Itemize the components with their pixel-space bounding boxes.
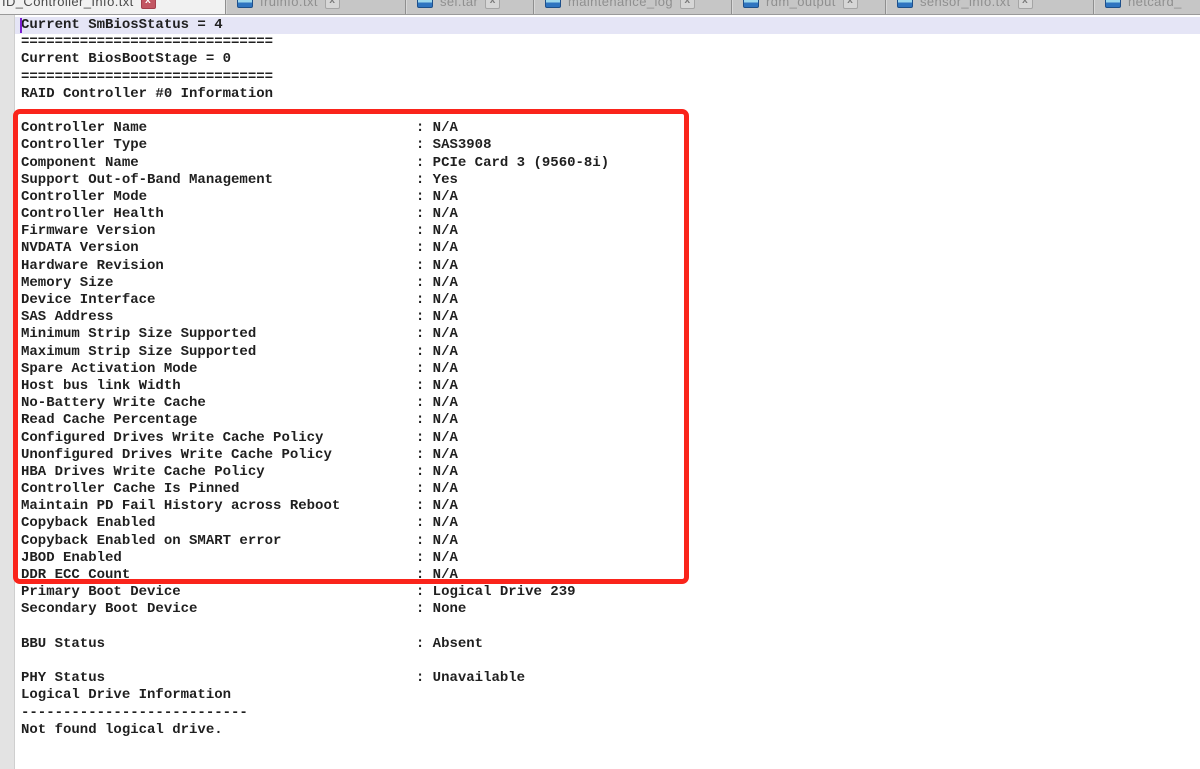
text-line bbox=[15, 103, 1200, 120]
text-line: Controller Health : N/A bbox=[15, 206, 1200, 223]
tab-label: rdm_output bbox=[766, 0, 836, 9]
text-line: Maintain PD Fail History across Reboot :… bbox=[15, 498, 1200, 515]
text-content: Current SmBiosStatus = 4================… bbox=[15, 17, 1200, 739]
text-line: Configured Drives Write Cache Policy : N… bbox=[15, 430, 1200, 447]
tab-label: ID_Controller_Info.txt bbox=[2, 0, 134, 9]
tab-sel-tar[interactable]: sel.tar x bbox=[406, 0, 534, 14]
editor-margin bbox=[0, 15, 15, 769]
text-line: Unonfigured Drives Write Cache Policy : … bbox=[15, 447, 1200, 464]
text-line: Controller Type : SAS3908 bbox=[15, 137, 1200, 154]
close-icon[interactable]: x bbox=[1018, 0, 1033, 9]
text-line: Memory Size : N/A bbox=[15, 275, 1200, 292]
text-line: SAS Address : N/A bbox=[15, 309, 1200, 326]
tab-bar: ID_Controller_Info.txtxfruinfo.txtxsel.t… bbox=[0, 0, 1200, 15]
text-line: Host bus link Width : N/A bbox=[15, 378, 1200, 395]
close-icon[interactable]: x bbox=[485, 0, 500, 9]
text-line: ============================== bbox=[15, 34, 1200, 51]
text-line: Secondary Boot Device : None bbox=[15, 601, 1200, 618]
text-line: No-Battery Write Cache : N/A bbox=[15, 395, 1200, 412]
text-line: PHY Status : Unavailable bbox=[15, 670, 1200, 687]
text-line: NVDATA Version : N/A bbox=[15, 240, 1200, 257]
tab-id-controller-info-txt[interactable]: ID_Controller_Info.txt x bbox=[0, 0, 226, 14]
file-icon bbox=[545, 0, 561, 8]
text-line: Component Name : PCIe Card 3 (9560-8i) bbox=[15, 155, 1200, 172]
current-text-line: Current SmBiosStatus = 4 bbox=[15, 17, 1200, 34]
file-icon bbox=[417, 0, 433, 8]
close-icon[interactable]: x bbox=[325, 0, 340, 9]
text-line: Not found logical drive. bbox=[15, 722, 1200, 739]
file-icon bbox=[743, 0, 759, 8]
text-line: Controller Cache Is Pinned : N/A bbox=[15, 481, 1200, 498]
close-icon[interactable]: x bbox=[843, 0, 858, 9]
text-line: Copyback Enabled : N/A bbox=[15, 515, 1200, 532]
text-line: DDR ECC Count : N/A bbox=[15, 567, 1200, 584]
editor[interactable]: Current SmBiosStatus = 4================… bbox=[0, 15, 1200, 769]
tab-label: maintenance_log bbox=[568, 0, 673, 9]
tab-maintenance-log[interactable]: maintenance_log x bbox=[534, 0, 732, 14]
text-line: Primary Boot Device : Logical Drive 239 bbox=[15, 584, 1200, 601]
text-caret bbox=[20, 18, 22, 33]
text-line: Controller Mode : N/A bbox=[15, 189, 1200, 206]
text-line: --------------------------- bbox=[15, 705, 1200, 722]
text-line: Minimum Strip Size Supported : N/A bbox=[15, 326, 1200, 343]
text-line: BBU Status : Absent bbox=[15, 636, 1200, 653]
text-line: Read Cache Percentage : N/A bbox=[15, 412, 1200, 429]
tab-sensor-info-txt[interactable]: sensor_info.txt x bbox=[886, 0, 1094, 14]
text-line: Spare Activation Mode : N/A bbox=[15, 361, 1200, 378]
text-line: HBA Drives Write Cache Policy : N/A bbox=[15, 464, 1200, 481]
text-line: Firmware Version : N/A bbox=[15, 223, 1200, 240]
file-icon bbox=[897, 0, 913, 8]
text-line: Current BiosBootStage = 0 bbox=[15, 51, 1200, 68]
text-line: JBOD Enabled : N/A bbox=[15, 550, 1200, 567]
text-line: Support Out-of-Band Management : Yes bbox=[15, 172, 1200, 189]
text-line: Maximum Strip Size Supported : N/A bbox=[15, 344, 1200, 361]
tab-label: sensor_info.txt bbox=[920, 0, 1011, 9]
text-line: Hardware Revision : N/A bbox=[15, 258, 1200, 275]
tab-netcard-[interactable]: netcard_ bbox=[1094, 0, 1200, 14]
text-line bbox=[15, 653, 1200, 670]
tab-rdm-output[interactable]: rdm_output x bbox=[732, 0, 886, 14]
tab-label: netcard_ bbox=[1128, 0, 1182, 9]
tab-label: fruinfo.txt bbox=[260, 0, 318, 9]
text-line: Device Interface : N/A bbox=[15, 292, 1200, 309]
close-icon[interactable]: x bbox=[680, 0, 695, 9]
text-line: Controller Name : N/A bbox=[15, 120, 1200, 137]
tab-label: sel.tar bbox=[440, 0, 478, 9]
file-icon bbox=[237, 0, 253, 8]
text-line: Copyback Enabled on SMART error : N/A bbox=[15, 533, 1200, 550]
text-line: RAID Controller #0 Information bbox=[15, 86, 1200, 103]
tab-fruinfo-txt[interactable]: fruinfo.txt x bbox=[226, 0, 406, 14]
file-icon bbox=[1105, 0, 1121, 8]
text-line: ============================== bbox=[15, 69, 1200, 86]
text-line bbox=[15, 619, 1200, 636]
close-icon[interactable]: x bbox=[141, 0, 156, 9]
text-line: Logical Drive Information bbox=[15, 687, 1200, 704]
